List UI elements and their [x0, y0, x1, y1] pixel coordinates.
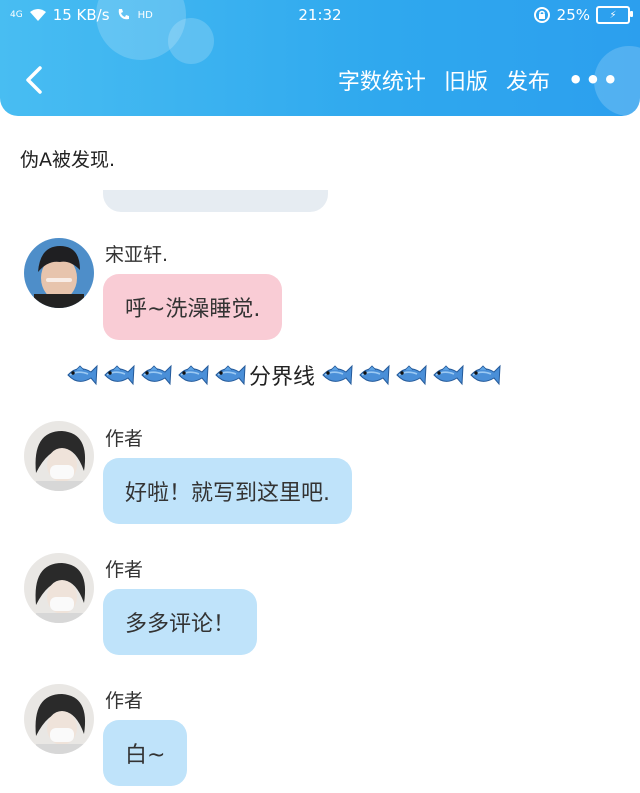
battery-percent: 25%	[556, 6, 590, 24]
avatar[interactable]	[24, 238, 94, 308]
nav-bar: 字数统计 旧版 发布 •••	[0, 56, 640, 106]
fish-icon	[396, 364, 427, 386]
fish-icon	[178, 364, 209, 386]
top-header: 4G 15 KB/s HD 21:32 25% ⚡ 字数统计 旧版 发布 •••	[0, 0, 640, 116]
sender-name: 宋亚轩.	[105, 244, 169, 266]
fish-icon	[67, 364, 98, 386]
divider-row: 分界线	[62, 355, 502, 395]
message-bubble[interactable]: 呼~洗澡睡觉.	[103, 274, 283, 340]
fish-icon	[470, 364, 501, 386]
fish-icon	[433, 364, 464, 386]
chapter-title: 伪A被发现.	[20, 149, 116, 171]
message-bubble[interactable]: 好啦！就写到这里吧.	[103, 458, 352, 524]
rotation-lock-icon	[533, 7, 550, 23]
avatar[interactable]	[24, 421, 94, 491]
battery-icon: ⚡	[596, 6, 633, 24]
publish-button[interactable]: 发布	[506, 64, 550, 96]
status-bar: 4G 15 KB/s HD 21:32 25% ⚡	[0, 0, 640, 32]
fish-icon	[104, 364, 135, 386]
fish-icon	[215, 364, 246, 386]
sender-name: 作者	[105, 690, 144, 712]
fish-icon	[141, 364, 172, 386]
word-count-button[interactable]: 字数统计	[338, 64, 426, 96]
previous-message-bubble	[103, 190, 328, 212]
avatar[interactable]	[24, 553, 94, 623]
old-version-button[interactable]: 旧版	[444, 64, 488, 96]
sender-name: 作者	[105, 559, 144, 581]
fish-icon	[322, 364, 353, 386]
fish-icon	[359, 364, 390, 386]
divider-label: 分界线	[249, 365, 316, 390]
chevron-left-icon	[26, 66, 42, 94]
sender-name: 作者	[105, 428, 144, 450]
more-button[interactable]: •••	[568, 66, 620, 94]
back-button[interactable]	[18, 62, 54, 98]
message-bubble[interactable]: 多多评论！	[103, 589, 258, 655]
message-bubble[interactable]: 白~	[103, 720, 188, 786]
avatar[interactable]	[24, 684, 94, 754]
